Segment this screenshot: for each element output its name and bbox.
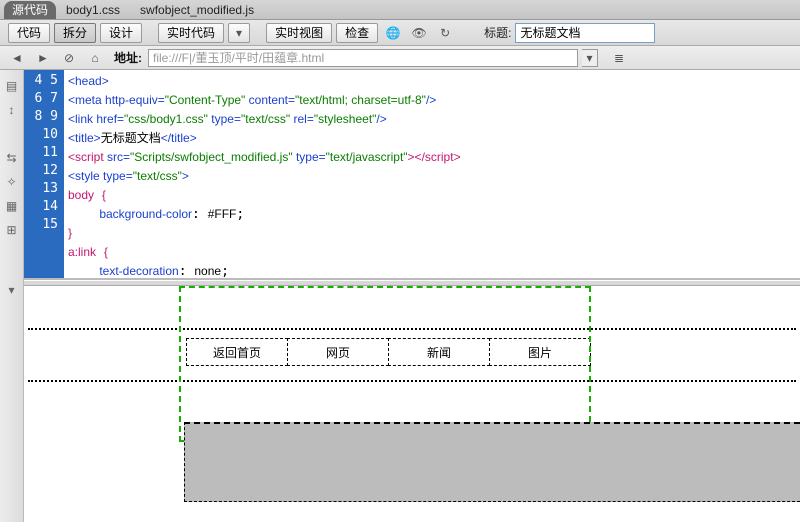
gutter-tool-icon[interactable]: ⇆ bbox=[4, 150, 20, 166]
code-editor[interactable]: 4 5 6 7 8 9 10 11 12 13 14 15 <head> <me… bbox=[24, 70, 800, 280]
eye-icon[interactable]: 👁 bbox=[408, 23, 430, 43]
view-code-button[interactable]: 代码 bbox=[8, 23, 50, 43]
live-view-button[interactable]: 实时视图 bbox=[266, 23, 332, 43]
home-icon[interactable]: ⌂ bbox=[84, 48, 106, 68]
view-split-button[interactable]: 拆分 bbox=[54, 23, 96, 43]
globe-icon[interactable]: 🌐 bbox=[382, 23, 404, 43]
gutter-tool-icon[interactable]: ▦ bbox=[4, 198, 20, 214]
file-tab-bar: 源代码 body1.css swfobject_modified.js bbox=[0, 0, 800, 20]
title-input[interactable] bbox=[515, 23, 655, 43]
stop-icon[interactable]: ⊘ bbox=[58, 48, 80, 68]
flash-placeholder[interactable] bbox=[184, 422, 800, 502]
tab-source-code[interactable]: 源代码 bbox=[4, 1, 56, 19]
main-toolbar: 代码 拆分 设计 实时代码 ▾ 实时视图 检查 🌐 👁 ↻ 标题: bbox=[0, 20, 800, 46]
gutter-tool-icon[interactable]: ✧ bbox=[4, 174, 20, 190]
list-icon[interactable]: ≣ bbox=[608, 48, 630, 68]
line-numbers: 4 5 6 7 8 9 10 11 12 13 14 15 bbox=[24, 70, 64, 278]
gutter-tool-icon[interactable]: ⊞ bbox=[4, 222, 20, 238]
gutter-collapse-icon[interactable]: ▾ bbox=[4, 282, 20, 298]
gutter-tool-icon[interactable]: ↕ bbox=[4, 102, 20, 118]
code-content[interactable]: <head> <meta http-equiv="Content-Type" c… bbox=[64, 70, 800, 278]
live-code-button[interactable]: 实时代码 bbox=[158, 23, 224, 43]
design-view[interactable]: 返回首页 网页 新闻 图片 bbox=[24, 286, 800, 522]
title-label: 标题: bbox=[484, 24, 511, 41]
live-code-options-icon[interactable]: ▾ bbox=[228, 23, 250, 43]
tab-body-css[interactable]: body1.css bbox=[56, 3, 130, 17]
inspect-button[interactable]: 检查 bbox=[336, 23, 378, 43]
back-icon[interactable]: ◄ bbox=[6, 48, 28, 68]
refresh-icon[interactable]: ↻ bbox=[434, 23, 456, 43]
tab-swfobject-js[interactable]: swfobject_modified.js bbox=[130, 3, 264, 17]
address-label: 地址: bbox=[114, 49, 142, 66]
selection-outline bbox=[179, 286, 591, 442]
code-gutter: ▤ ↕ ⇆ ✧ ▦ ⊞ ▾ bbox=[0, 70, 24, 522]
view-design-button[interactable]: 设计 bbox=[100, 23, 142, 43]
forward-icon[interactable]: ► bbox=[32, 48, 54, 68]
address-bar: ◄ ► ⊘ ⌂ 地址: file:///F|/董玉顶/平时/田蕴章.html ▾… bbox=[0, 46, 800, 70]
address-input[interactable]: file:///F|/董玉顶/平时/田蕴章.html bbox=[148, 49, 578, 67]
address-dropdown-icon[interactable]: ▾ bbox=[582, 49, 598, 67]
gutter-tool-icon[interactable]: ▤ bbox=[4, 78, 20, 94]
